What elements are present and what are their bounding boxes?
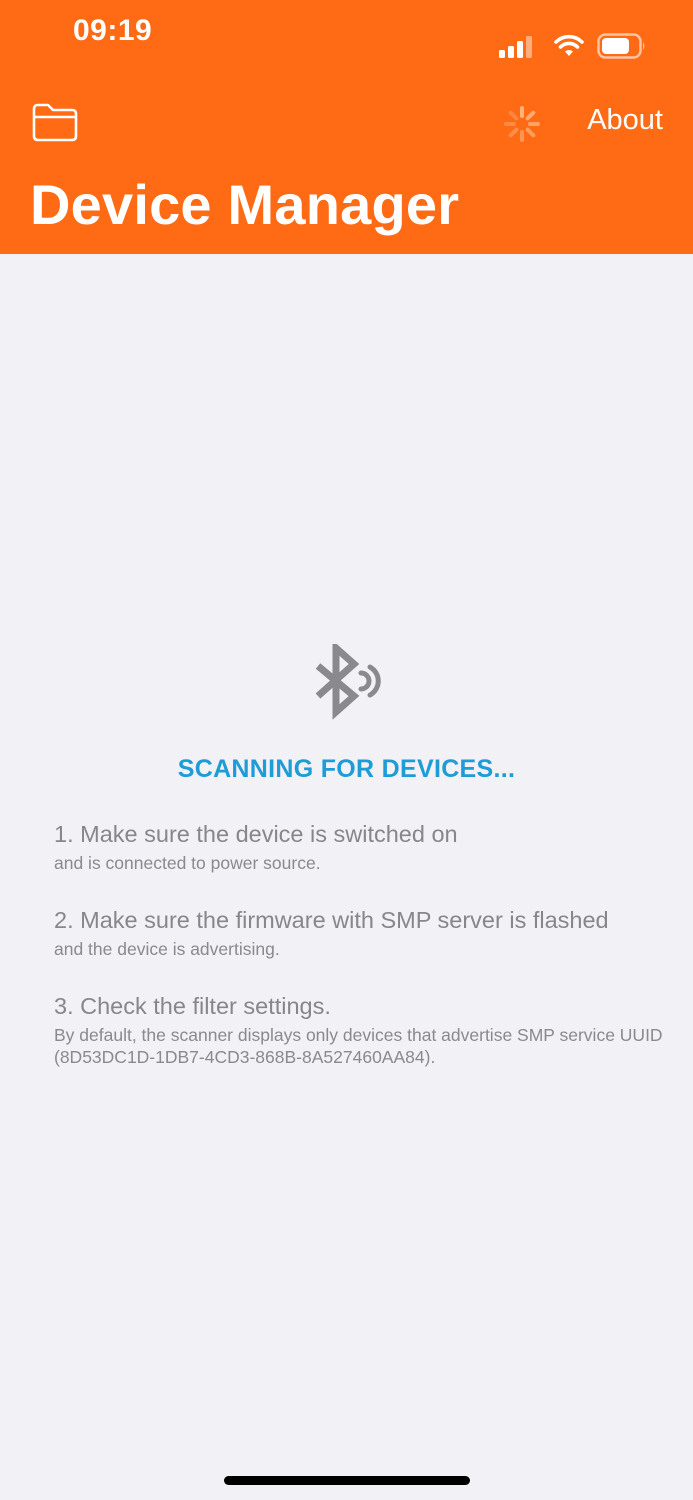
folder-button[interactable] <box>28 100 82 144</box>
tip-item: 3. Check the filter settings. By default… <box>54 990 684 1068</box>
page-title: Device Manager <box>30 173 460 236</box>
tip-title: 2. Make sure the firmware with SMP serve… <box>54 907 609 933</box>
tip-title: 1. Make sure the device is switched on <box>54 821 458 847</box>
tip-title: 3. Check the filter settings. <box>54 993 331 1019</box>
bluetooth-searching-icon <box>315 644 381 720</box>
status-bar-time: 09:19 <box>73 14 153 47</box>
about-button[interactable]: About <box>587 104 663 137</box>
scanning-status: SCANNING FOR DEVICES... <box>177 755 516 783</box>
home-indicator[interactable] <box>224 1476 470 1485</box>
tip-item: 2. Make sure the firmware with SMP serve… <box>54 904 684 960</box>
navigation-header: 09:19 About Device Manager <box>0 0 693 254</box>
troubleshooting-tips: 1. Make sure the device is switched on a… <box>54 818 684 1068</box>
tip-description: and is connected to power source. <box>54 853 321 873</box>
cellular-signal-icon <box>499 36 532 58</box>
tip-description: By default, the scanner displays only de… <box>54 1025 663 1067</box>
tip-description: and the device is advertising. <box>54 939 280 959</box>
folder-icon <box>32 103 78 142</box>
tip-item: 1. Make sure the device is switched on a… <box>54 818 684 874</box>
activity-spinner-icon <box>504 106 540 142</box>
wifi-icon <box>554 34 584 56</box>
battery-icon <box>597 33 645 59</box>
